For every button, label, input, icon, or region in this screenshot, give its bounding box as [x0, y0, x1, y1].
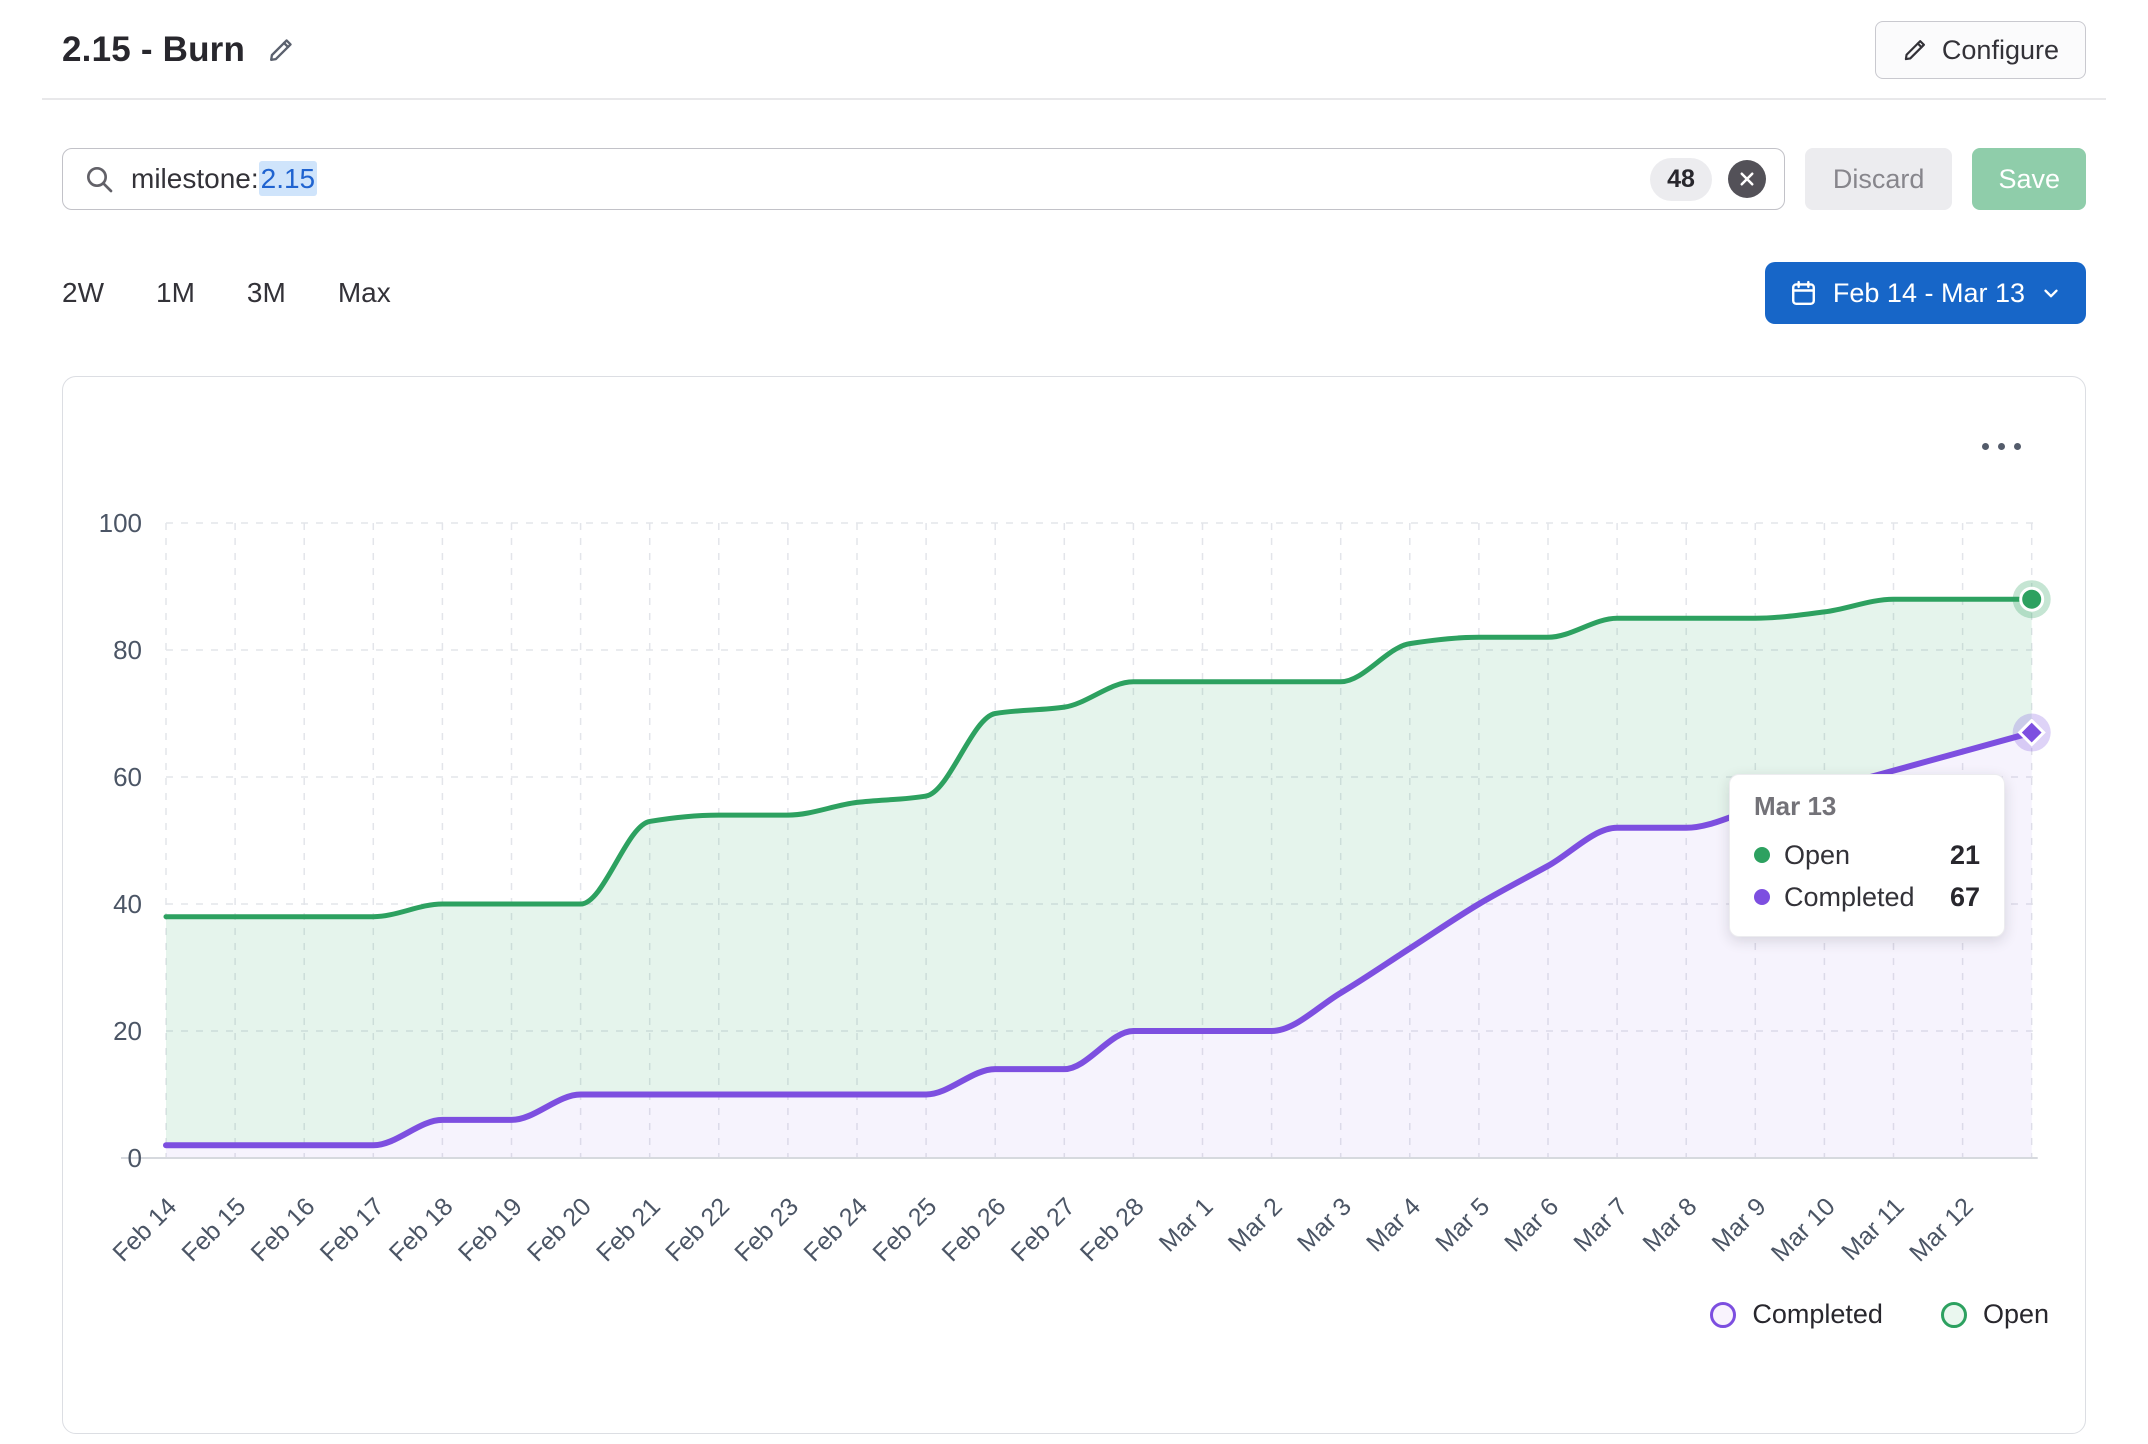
legend-ring-icon [1941, 1302, 1967, 1328]
search-token: milestone:2.15 [131, 163, 317, 195]
x-axis-label: Feb 22 [660, 1192, 735, 1267]
series-dot-icon [1754, 889, 1770, 905]
y-axis-label: 60 [113, 762, 142, 792]
pencil-icon [267, 36, 295, 64]
legend-item-completed[interactable]: Completed [1710, 1299, 1883, 1330]
x-axis-label: Feb 15 [176, 1192, 251, 1267]
range-preset-3m[interactable]: 3M [247, 277, 286, 309]
search-icon [83, 163, 115, 195]
x-axis-label: Feb 18 [384, 1192, 459, 1267]
x-axis-label: Mar 1 [1154, 1192, 1219, 1257]
x-axis-label: Mar 6 [1499, 1192, 1564, 1257]
y-axis-label: 20 [113, 1016, 142, 1046]
x-axis-label: Feb 26 [937, 1192, 1012, 1267]
tooltip-date: Mar 13 [1754, 791, 1980, 822]
page-title: 2.15 - Burn [62, 30, 245, 70]
search-token-value: 2.15 [259, 161, 318, 196]
x-axis-label: Feb 21 [591, 1192, 666, 1267]
save-button[interactable]: Save [1972, 148, 2086, 210]
x-axis-label: Feb 16 [246, 1192, 321, 1267]
filter-bar: milestone:2.15 48 Discard Save [62, 148, 2086, 210]
burn-chart-card: 020406080100Feb 14Feb 15Feb 16Feb 17Feb … [62, 376, 2086, 1434]
tooltip-series-label: Completed [1784, 882, 1915, 913]
legend-ring-icon [1710, 1302, 1736, 1328]
range-presets: 2W 1M 3M Max [62, 277, 391, 309]
x-axis-label: Feb 14 [107, 1192, 182, 1267]
header-divider [42, 98, 2106, 100]
chart-legend: Completed Open [1710, 1299, 2049, 1330]
filtered-search-input[interactable]: milestone:2.15 48 [62, 148, 1785, 210]
tooltip-series-label: Open [1784, 840, 1850, 871]
range-preset-2w[interactable]: 2W [62, 277, 104, 309]
open-end-marker [2021, 588, 2043, 610]
x-axis-label: Mar 8 [1637, 1192, 1702, 1257]
x-axis-label: Mar 7 [1568, 1192, 1633, 1257]
tooltip-series-value: 67 [1950, 882, 1980, 913]
y-axis-label: 40 [113, 889, 142, 919]
chevron-down-icon [2040, 282, 2062, 304]
x-axis-label: Mar 10 [1766, 1192, 1841, 1267]
x-axis-label: Feb 17 [315, 1192, 390, 1267]
legend-label: Completed [1752, 1299, 1883, 1330]
x-axis-label: Feb 20 [522, 1192, 597, 1267]
legend-label: Open [1983, 1299, 2049, 1330]
configure-label: Configure [1942, 35, 2059, 66]
range-controls: 2W 1M 3M Max Feb 14 - Mar 13 [62, 262, 2086, 324]
x-axis-label: Feb 27 [1006, 1192, 1081, 1267]
calendar-icon [1789, 279, 1818, 308]
x-axis-label: Feb 25 [867, 1192, 942, 1267]
y-axis-label: 100 [99, 508, 142, 538]
x-axis-label: Mar 4 [1361, 1192, 1426, 1257]
range-preset-max[interactable]: Max [338, 277, 391, 309]
pencil-icon [1902, 37, 1928, 63]
result-count-badge: 48 [1650, 158, 1712, 201]
tooltip-row: Open 21 [1754, 834, 1980, 876]
range-preset-1m[interactable]: 1M [156, 277, 195, 309]
chart-tooltip: Mar 13 Open 21 Completed 67 [1729, 774, 2005, 937]
date-range-button[interactable]: Feb 14 - Mar 13 [1765, 262, 2086, 324]
discard-button[interactable]: Discard [1805, 148, 1953, 210]
x-axis-label: Feb 19 [453, 1192, 528, 1267]
x-axis-label: Mar 3 [1292, 1192, 1357, 1257]
tooltip-series-value: 21 [1950, 840, 1980, 871]
x-axis-label: Mar 12 [1904, 1192, 1979, 1267]
y-axis-label: 80 [113, 635, 142, 665]
edit-title-button[interactable] [267, 36, 295, 64]
date-range-label: Feb 14 - Mar 13 [1833, 278, 2025, 309]
search-token-prefix: milestone: [131, 163, 259, 194]
page-header: 2.15 - Burn Configure [0, 0, 2148, 82]
y-axis-label: 0 [128, 1143, 142, 1173]
configure-button[interactable]: Configure [1875, 21, 2086, 79]
legend-item-open[interactable]: Open [1941, 1299, 2049, 1330]
x-axis-label: Feb 24 [798, 1192, 873, 1267]
x-axis-label: Mar 5 [1430, 1192, 1495, 1257]
series-dot-icon [1754, 847, 1770, 863]
x-axis-label: Mar 9 [1707, 1192, 1772, 1257]
clear-search-button[interactable] [1728, 160, 1766, 198]
x-axis-label: Mar 11 [1836, 1192, 1910, 1266]
close-icon [1738, 170, 1756, 188]
x-axis-label: Feb 28 [1075, 1192, 1150, 1267]
tooltip-row: Completed 67 [1754, 876, 1980, 918]
x-axis-label: Mar 2 [1223, 1192, 1288, 1257]
x-axis-label: Feb 23 [729, 1192, 804, 1267]
